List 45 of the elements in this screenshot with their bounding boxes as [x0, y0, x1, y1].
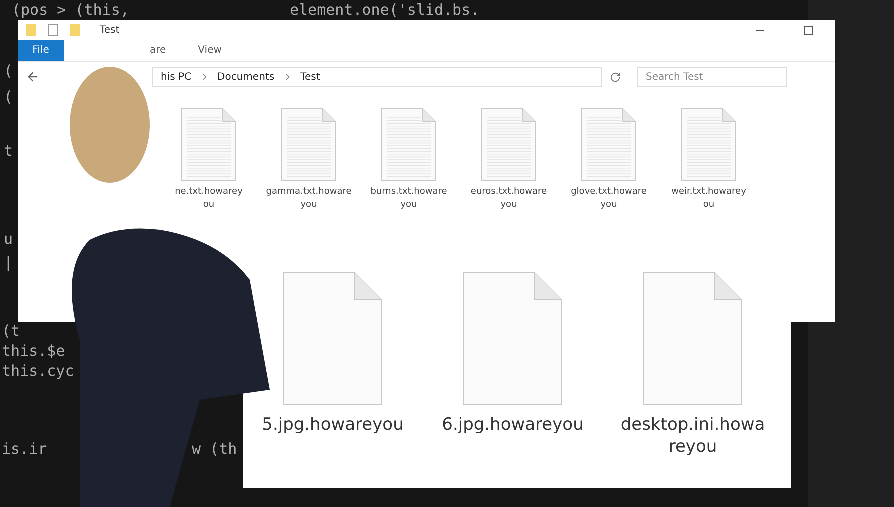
breadcrumb-item[interactable]: his PC [161, 70, 192, 84]
code-text: (t [2, 322, 20, 340]
code-text: this.$e [2, 342, 66, 360]
document-icon [643, 272, 743, 406]
search-field[interactable]: Search Test [637, 67, 787, 87]
file-name[interactable]: euros.txt.howare you [470, 186, 548, 212]
document-icon [281, 108, 337, 182]
file-name[interactable]: 5.jpg.howareyou [262, 414, 404, 436]
code-text: ( [4, 88, 14, 106]
code-text: ( [4, 62, 14, 80]
file-name[interactable]: ne.txt.howarey ou [175, 186, 243, 212]
document-icon [681, 108, 737, 182]
refresh-icon[interactable] [610, 72, 621, 82]
code-text: is.ir [2, 440, 48, 458]
file-name[interactable]: glove.txt.howare you [571, 186, 647, 212]
code-text: this.cyc [2, 362, 74, 380]
ribbon-tab[interactable]: File [18, 40, 64, 61]
folder-icon [70, 24, 80, 36]
address-bar[interactable]: his PC Documents Test [152, 67, 602, 87]
folder-icon [26, 24, 36, 36]
document-icon [181, 108, 237, 182]
code-text: | [4, 254, 14, 272]
file-name[interactable]: desktop.ini.howa reyou [620, 414, 766, 458]
file-name[interactable]: burns.txt.howare you [370, 186, 448, 212]
file-name[interactable]: weir.txt.howarey ou [672, 186, 746, 212]
code-text: u [4, 230, 14, 248]
window-title: Test [100, 24, 120, 38]
code-text: t [4, 142, 14, 160]
maximize-icon[interactable] [804, 26, 813, 34]
document-icon [481, 108, 537, 182]
breadcrumb-item[interactable]: Test [300, 70, 320, 84]
document-icon [581, 108, 637, 182]
document-icon [463, 272, 563, 406]
file-name[interactable]: gamma.txt.howare you [266, 186, 352, 212]
code-text: w (th [192, 440, 238, 458]
code-text: (pos > (this, [12, 1, 130, 19]
code-text: element.one('slid.bs. [290, 1, 480, 19]
document-icon [283, 272, 383, 406]
checkbox-icon [48, 24, 58, 36]
file-name[interactable]: 6.jpg.howareyou [442, 414, 584, 436]
document-icon [381, 108, 437, 182]
breadcrumb-item[interactable]: Documents [218, 70, 275, 84]
back-arrow-icon[interactable] [26, 70, 40, 84]
ribbon-tab[interactable]: View [182, 40, 238, 61]
ribbon-tab[interactable]: are [134, 40, 182, 61]
